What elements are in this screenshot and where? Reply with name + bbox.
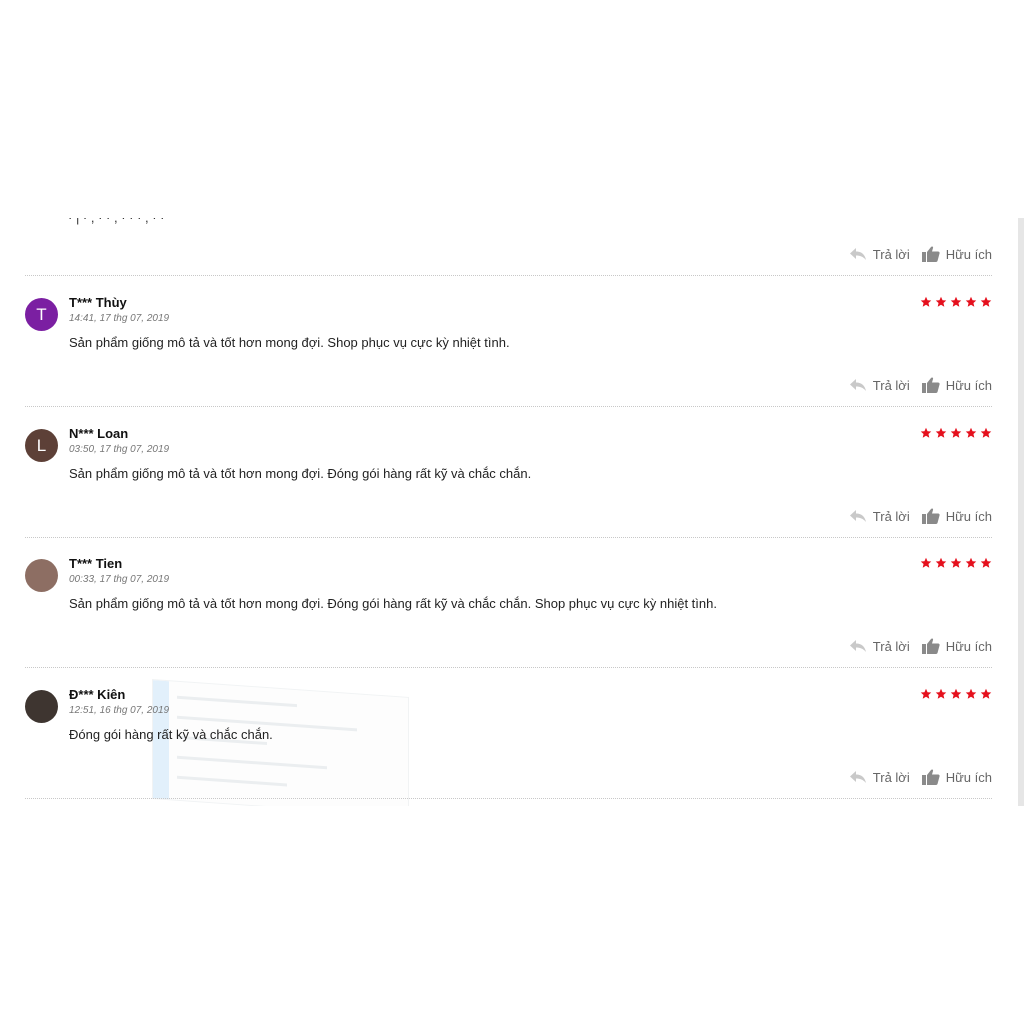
star-icon xyxy=(920,688,932,699)
helpful-label: Hữu ích xyxy=(945,638,992,654)
avatar xyxy=(25,690,58,723)
star-icon xyxy=(965,688,977,699)
reply-label: Trả lời xyxy=(872,377,910,393)
thumbs-up-icon xyxy=(921,769,940,785)
rating-stars xyxy=(920,296,992,308)
helpful-label: Hữu ích xyxy=(945,246,992,262)
review-text: Sản phẩm giống mô tả và tốt hơn mong đợi… xyxy=(69,335,510,350)
star-icon xyxy=(950,427,962,438)
review-divider xyxy=(25,798,992,799)
star-icon xyxy=(965,427,977,438)
review-divider xyxy=(25,406,992,407)
reply-button[interactable]: Trả lời xyxy=(849,509,910,524)
star-icon xyxy=(935,296,947,307)
review-date: 12:51, 16 thg 07, 2019 xyxy=(69,705,170,716)
reply-button[interactable]: Trả lời xyxy=(849,770,910,785)
reviewer-name: N*** Loan xyxy=(69,426,129,441)
review-divider xyxy=(25,275,992,276)
thumbs-up-icon xyxy=(921,246,940,262)
star-icon xyxy=(980,296,992,307)
reviewer-name: T*** Tien xyxy=(69,556,123,571)
scrollbar[interactable] xyxy=(1018,218,1024,806)
thumbs-up-icon xyxy=(921,638,940,654)
helpful-button[interactable]: Hữu ích xyxy=(921,377,992,393)
star-icon xyxy=(950,296,962,307)
reviewer-name: Đ*** Kiên xyxy=(69,687,126,702)
reply-button[interactable]: Trả lời xyxy=(849,247,910,262)
reviewer-name: T*** Thùy xyxy=(69,295,127,310)
star-icon xyxy=(935,557,947,568)
review-text: Đóng gói hàng rất kỹ và chắc chắn. xyxy=(69,727,273,742)
truncated-review-text: · | · , · · , · · · , · · xyxy=(68,218,165,225)
star-icon xyxy=(965,557,977,568)
helpful-label: Hữu ích xyxy=(945,377,992,393)
star-icon xyxy=(935,427,947,438)
star-icon xyxy=(980,427,992,438)
reply-label: Trả lời xyxy=(872,769,910,785)
reply-button[interactable]: Trả lời xyxy=(849,378,910,393)
review-item: T*** Tien 00:33, 17 thg 07, 2019 Sản phẩm … xyxy=(0,556,1024,689)
avatar-initial: L xyxy=(36,435,47,455)
helpful-button[interactable]: Hữu ích xyxy=(921,246,992,262)
avatar-initial: T xyxy=(36,304,47,324)
review-divider xyxy=(25,667,992,668)
review-actions: Trả lời Hữu ích xyxy=(849,375,992,395)
star-icon xyxy=(965,296,977,307)
reply-icon xyxy=(849,640,866,652)
reply-button[interactable]: Trả lời xyxy=(849,639,910,654)
star-icon xyxy=(950,557,962,568)
star-icon xyxy=(935,688,947,699)
review-actions: Trả lời Hữu ích xyxy=(849,506,992,526)
avatar: L xyxy=(25,429,58,462)
reply-icon xyxy=(849,248,866,260)
helpful-button[interactable]: Hữu ích xyxy=(921,769,992,785)
reply-icon xyxy=(849,771,866,783)
review-item: Đ*** Kiên 12:51, 16 thg 07, 2019 Đóng gói … xyxy=(0,687,1024,806)
helpful-button[interactable]: Hữu ích xyxy=(921,638,992,654)
star-icon xyxy=(920,296,932,307)
review-date: 14:41, 17 thg 07, 2019 xyxy=(69,313,170,324)
review-actions: Trả lời Hữu ích xyxy=(849,767,992,787)
review-actions: Trả lời Hữu ích xyxy=(849,244,992,264)
reply-label: Trả lời xyxy=(872,508,910,524)
review-item: L N*** Loan 03:50, 17 thg 07, 2019 Sản phẩm… xyxy=(0,426,1024,559)
reply-label: Trả lời xyxy=(872,638,910,654)
star-icon xyxy=(980,557,992,568)
review-actions: Trả lời Hữu ích xyxy=(849,636,992,656)
helpful-label: Hữu ích xyxy=(945,769,992,785)
review-text: Sản phẩm giống mô tả và tốt hơn mong đợi… xyxy=(69,466,532,481)
rating-stars xyxy=(920,427,992,439)
review-date: 03:50, 17 thg 07, 2019 xyxy=(69,444,170,455)
reviews-panel: · | · , · · , · · · , · · Trả lời Hữu íc… xyxy=(0,218,1024,806)
helpful-label: Hữu ích xyxy=(945,508,992,524)
rating-stars xyxy=(920,557,992,569)
thumbs-up-icon xyxy=(921,377,940,393)
review-date: 00:33, 17 thg 07, 2019 xyxy=(69,574,170,585)
reply-icon xyxy=(849,379,866,391)
review-text: Sản phẩm giống mô tả và tốt hơn mong đợi… xyxy=(69,596,717,611)
rating-stars xyxy=(920,688,992,700)
review-item: T T*** Thùy 14:41, 17 thg 07, 2019 Sản phẩm… xyxy=(0,295,1024,428)
avatar xyxy=(25,559,58,592)
avatar: T xyxy=(25,298,58,331)
star-icon xyxy=(920,557,932,568)
star-icon xyxy=(980,688,992,699)
thumbs-up-icon xyxy=(921,508,940,524)
star-icon xyxy=(950,688,962,699)
helpful-button[interactable]: Hữu ích xyxy=(921,508,992,524)
reply-label: Trả lời xyxy=(872,246,910,262)
star-icon xyxy=(920,427,932,438)
reply-icon xyxy=(849,510,866,522)
review-divider xyxy=(25,537,992,538)
